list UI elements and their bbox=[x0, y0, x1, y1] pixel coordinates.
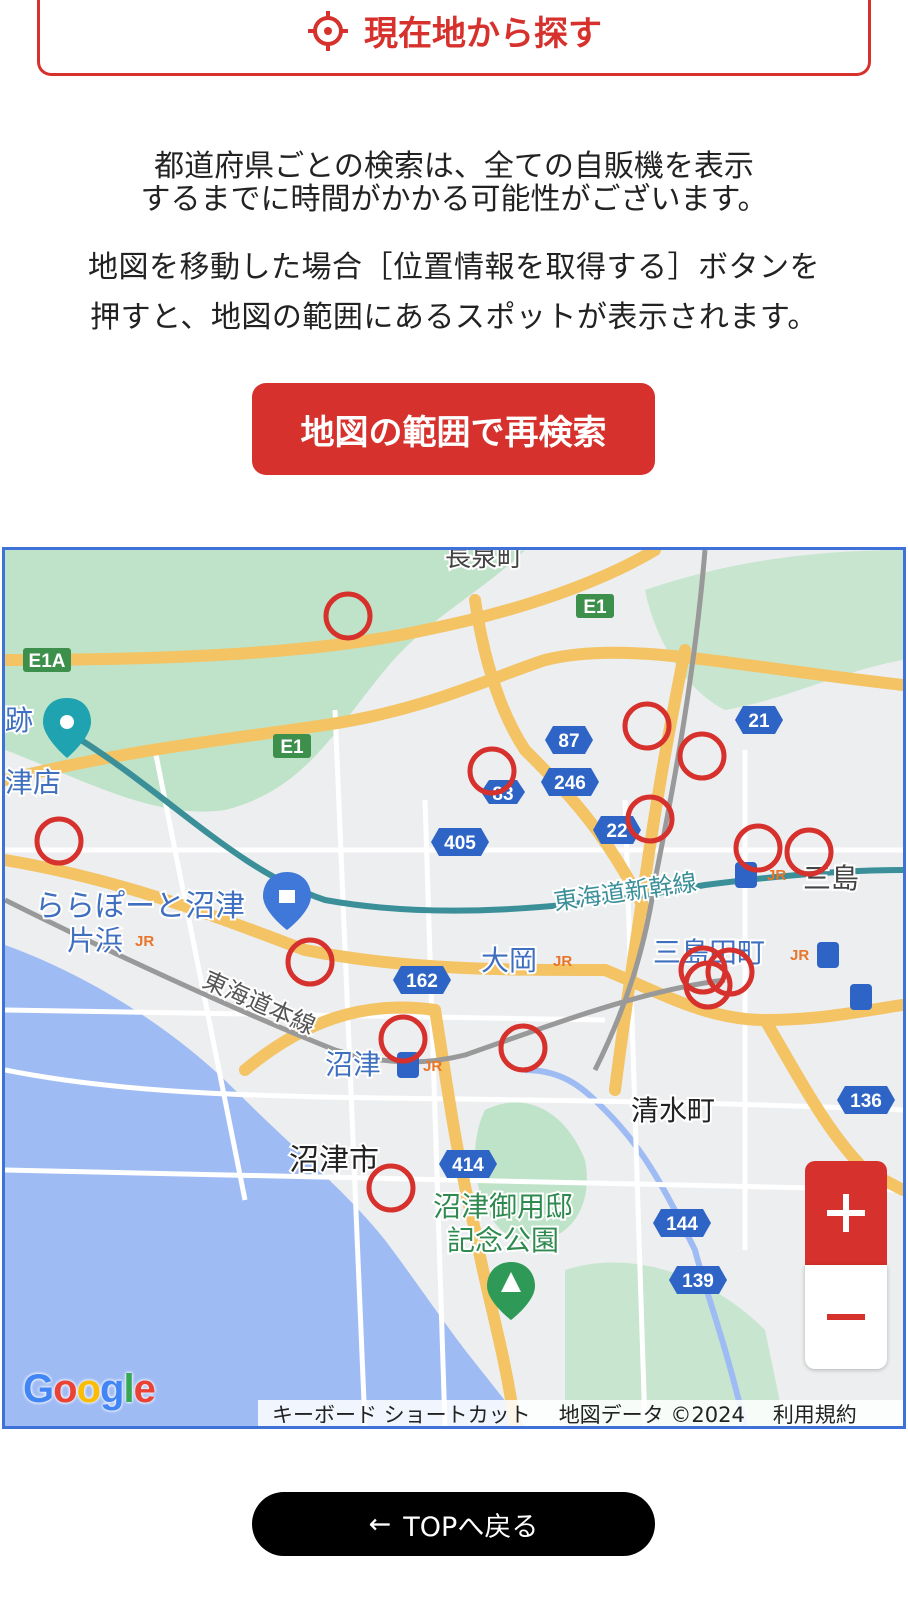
crosshair-icon bbox=[308, 10, 348, 51]
current-location-search-button[interactable]: 現在地から探す bbox=[37, 0, 871, 76]
label-numazu-city: 沼津市 bbox=[289, 1143, 379, 1178]
minus-icon bbox=[827, 1314, 865, 1320]
svg-text:87: 87 bbox=[558, 731, 579, 752]
route-136-shield: 136 bbox=[837, 1086, 895, 1114]
svg-text:JR: JR bbox=[135, 933, 154, 950]
map-canvas[interactable]: E1 E1A E1 21 87 83 246 22 405 162 414 14… bbox=[5, 550, 903, 1426]
zoom-out-button[interactable] bbox=[805, 1265, 887, 1369]
route-246-shield: 246 bbox=[541, 768, 599, 796]
svg-text:JR: JR bbox=[423, 1058, 442, 1075]
svg-text:414: 414 bbox=[452, 1155, 484, 1176]
route-162-shield: 162 bbox=[393, 966, 451, 994]
route-144-shield: 144 bbox=[653, 1209, 711, 1237]
label-ato: 跡 bbox=[5, 704, 33, 737]
keyboard-shortcuts-link[interactable]: キーボード ショートカット bbox=[258, 1399, 545, 1426]
plus-icon-vertical bbox=[843, 1194, 849, 1232]
route-139-shield: 139 bbox=[669, 1266, 727, 1294]
route-21-shield: 21 bbox=[735, 706, 783, 734]
notice-line-1: 都道府県ごとの検索は、全ての自販機を表示 bbox=[154, 149, 754, 184]
route-405-shield: 405 bbox=[431, 828, 489, 856]
research-map-area-label: 地図の範囲で再検索 bbox=[300, 412, 607, 453]
search-time-notice: 都道府県ごとの検索は、全ての自販機を表示 するまでに時間がかかる可能性がございま… bbox=[0, 150, 908, 216]
svg-text:E1: E1 bbox=[280, 737, 304, 758]
svg-text:22: 22 bbox=[606, 821, 627, 842]
google-logo: Google bbox=[23, 1367, 156, 1411]
label-katahama: 片浜 bbox=[67, 924, 123, 957]
map-view[interactable]: E1 E1A E1 21 87 83 246 22 405 162 414 14… bbox=[2, 547, 906, 1429]
research-map-area-button[interactable]: 地図の範囲で再検索 bbox=[252, 383, 655, 475]
label-lalaport: ららぽーと沼津 bbox=[35, 889, 245, 924]
map-marker[interactable] bbox=[34, 816, 84, 866]
svg-text:136: 136 bbox=[850, 1091, 882, 1112]
label-goyotei-2: 記念公園 bbox=[447, 1224, 559, 1257]
svg-text:21: 21 bbox=[748, 711, 770, 732]
map-attribution: キーボード ショートカット 地図データ ©2024 利用規約 bbox=[258, 1399, 903, 1427]
map-marker[interactable] bbox=[366, 1163, 416, 1213]
svg-text:E1A: E1A bbox=[29, 651, 66, 672]
label-nagaizumi: 長泉町 bbox=[445, 550, 523, 573]
svg-text:139: 139 bbox=[682, 1271, 714, 1292]
notice-line-2: するまでに時間がかかる可能性がございます。 bbox=[140, 182, 768, 217]
svg-text:162: 162 bbox=[406, 971, 438, 992]
map-data-label: 地図データ ©2024 bbox=[558, 1403, 745, 1427]
label-shimizu: 清水町 bbox=[631, 1094, 715, 1127]
route-414-shield: 414 bbox=[439, 1150, 497, 1178]
svg-text:JR: JR bbox=[790, 947, 809, 964]
svg-text:JR: JR bbox=[767, 867, 786, 884]
notice-line-3: 地図を移動した場合［位置情報を取得する］ボタンを bbox=[88, 250, 820, 285]
label-tokaido-line: 東海道本線 bbox=[199, 966, 320, 1040]
zoom-in-button[interactable] bbox=[805, 1161, 887, 1265]
label-tsu-ten: 津店 bbox=[5, 766, 61, 799]
notice-line-4: 押すと、地図の範囲にあるスポットが表示されます。 bbox=[90, 300, 818, 335]
map-marker[interactable] bbox=[677, 731, 727, 781]
svg-text:E1: E1 bbox=[583, 597, 607, 618]
label-goyotei-1: 沼津御用邸 bbox=[433, 1190, 573, 1223]
svg-text:246: 246 bbox=[554, 773, 586, 794]
svg-text:144: 144 bbox=[666, 1214, 698, 1235]
route-e1a-shield: E1A bbox=[23, 648, 71, 672]
hills-area-north bbox=[5, 550, 525, 812]
map-move-notice: 地図を移動した場合［位置情報を取得する］ボタンを 押すと、地図の範囲にあるスポッ… bbox=[0, 243, 908, 343]
arrow-left-icon: ← bbox=[368, 1508, 392, 1540]
back-to-top-label: TOPへ戻る bbox=[403, 1511, 539, 1543]
route-e1-shield: E1 bbox=[576, 594, 614, 618]
current-location-search-label: 現在地から探す bbox=[364, 14, 602, 54]
map-marker[interactable] bbox=[622, 701, 672, 751]
label-ooka: 大岡 bbox=[481, 944, 537, 977]
shopping-pin-icon bbox=[263, 872, 311, 930]
route-87-shield: 87 bbox=[545, 726, 593, 754]
route-e1-shield-west: E1 bbox=[273, 734, 311, 758]
svg-text:JR: JR bbox=[553, 953, 572, 970]
terms-link[interactable]: 利用規約 bbox=[759, 1399, 871, 1426]
label-mishima: 三島 bbox=[803, 862, 859, 895]
back-to-top-button[interactable]: ← TOPへ戻る bbox=[252, 1492, 655, 1556]
svg-text:405: 405 bbox=[444, 833, 476, 854]
label-numazu: 沼津 bbox=[325, 1048, 381, 1081]
